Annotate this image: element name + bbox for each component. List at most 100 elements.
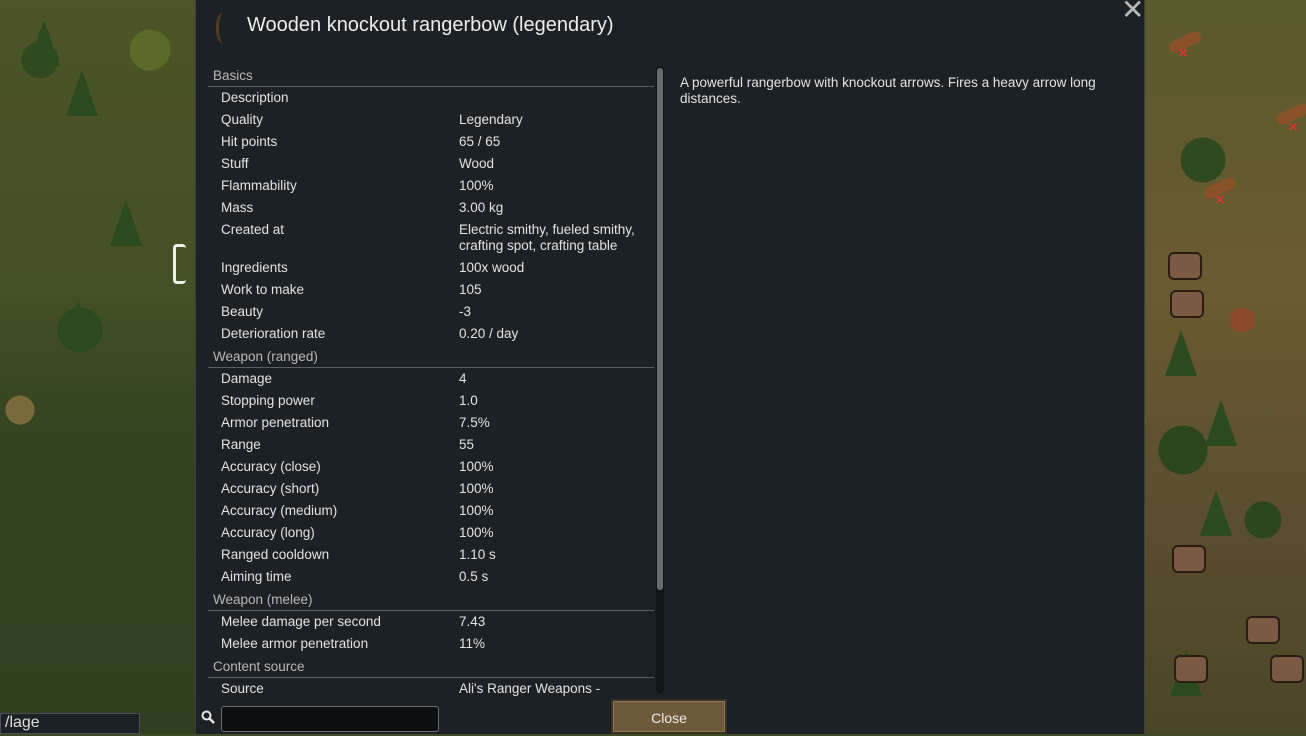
stat-label: Work to make — [221, 282, 305, 297]
tree — [1205, 400, 1237, 446]
stat-row[interactable]: Stopping power 1.0 — [208, 390, 654, 412]
rock — [1168, 252, 1202, 280]
stat-row[interactable]: Accuracy (medium) 100% — [208, 500, 654, 522]
rock — [1172, 545, 1206, 573]
stat-value: 100% — [459, 459, 494, 474]
stat-label: Armor penetration — [221, 415, 330, 430]
stat-value: 100% — [459, 525, 494, 540]
stat-row[interactable]: Melee armor penetration 11% — [208, 633, 654, 655]
stat-row[interactable]: Quality Legendary — [208, 109, 654, 131]
tree — [62, 300, 94, 346]
stat-row[interactable]: Accuracy (long) 100% — [208, 522, 654, 544]
stat-label: Accuracy (long) — [221, 525, 315, 540]
stat-row[interactable]: Ingredients 100x wood — [208, 257, 654, 279]
close-button[interactable]: Close — [611, 699, 727, 734]
close-icon[interactable]: ✕ — [1121, 0, 1144, 24]
stat-label: Description — [221, 90, 289, 105]
stat-value: 4 — [459, 371, 467, 386]
scrollbar-thumb[interactable] — [657, 68, 663, 590]
search-icon — [201, 710, 215, 724]
stat-label: Beauty — [221, 304, 264, 319]
stat-label: Melee damage per second — [221, 614, 381, 629]
search-input[interactable] — [221, 706, 439, 732]
stat-value: 1.0 — [459, 393, 478, 408]
stat-label: Aiming time — [221, 569, 292, 584]
rangerbow-icon — [216, 12, 231, 44]
section-heading: Basics — [208, 64, 654, 87]
stat-row[interactable]: Beauty -3 — [208, 301, 654, 323]
stat-row[interactable]: Created at Electric smithy, fueled smithy… — [208, 219, 654, 257]
stat-row[interactable]: Description — [208, 87, 654, 109]
map-left-area — [0, 0, 196, 734]
stat-label: Damage — [221, 371, 273, 386]
stat-label: Accuracy (short) — [221, 481, 320, 496]
stat-label: Accuracy (medium) — [221, 503, 338, 518]
stat-label: Ingredients — [221, 260, 288, 275]
stat-value: -3 — [459, 304, 472, 319]
stat-value: Wood — [459, 156, 495, 171]
stat-label: Created at — [221, 222, 285, 237]
info-dialog: Wooden knockout rangerbow (legendary) ✕ … — [195, 0, 1145, 734]
stat-label: Quality — [221, 112, 264, 127]
section-heading: Weapon (ranged) — [208, 345, 654, 368]
stat-label: Range — [221, 437, 261, 452]
tree — [28, 20, 60, 66]
stat-row[interactable]: Armor penetration 7.5% — [208, 412, 654, 434]
stat-value: 105 — [459, 282, 482, 297]
stat-label: Stopping power — [221, 393, 315, 408]
stat-label: Mass — [221, 200, 254, 215]
stat-row[interactable]: Source Ali's Ranger Weapons - — [208, 678, 654, 696]
stat-label: Accuracy (close) — [221, 459, 321, 474]
stat-value: 65 / 65 — [459, 134, 501, 149]
rock — [1174, 655, 1208, 683]
stat-label: Flammability — [221, 178, 297, 193]
left-panel-text: /lage — [5, 714, 40, 731]
stat-row[interactable]: Hit points 65 / 65 — [208, 131, 654, 153]
stat-label: Source — [221, 681, 264, 696]
stat-value: 1.10 s — [459, 547, 496, 562]
stat-value: 3.00 kg — [459, 200, 504, 215]
stat-value: Legendary — [459, 112, 523, 127]
rock — [1246, 616, 1280, 644]
stat-row[interactable]: Accuracy (close) 100% — [208, 456, 654, 478]
stat-row[interactable]: Stuff Wood — [208, 153, 654, 175]
stat-value: 100% — [459, 503, 494, 518]
stat-row[interactable]: Melee damage per second 7.43 — [208, 611, 654, 633]
stat-value: 7.5% — [459, 415, 490, 430]
stat-row[interactable]: Range 55 — [208, 434, 654, 456]
stat-value — [459, 87, 654, 109]
section-heading: Weapon (melee) — [208, 588, 654, 611]
tree — [1200, 490, 1232, 536]
description-text: A powerful rangerbow with knockout arrow… — [680, 75, 1096, 106]
forbidden-icon: ✕ — [1215, 193, 1226, 207]
dialog-title: Wooden knockout rangerbow (legendary) — [247, 14, 614, 36]
stat-row[interactable]: Flammability 100% — [208, 175, 654, 197]
stat-label: Hit points — [221, 134, 278, 149]
stat-row[interactable]: Mass 3.00 kg — [208, 197, 654, 219]
stat-row[interactable]: Accuracy (short) 100% — [208, 478, 654, 500]
rock — [1270, 655, 1304, 683]
stat-value: 100% — [459, 481, 494, 496]
left-panel[interactable]: /lage — [0, 713, 140, 734]
stat-value: Ali's Ranger Weapons - — [459, 681, 601, 696]
stat-row[interactable]: Aiming time 0.5 s — [208, 566, 654, 588]
stats-list[interactable]: Basics Description Quality Legendary Hit poi… — [208, 64, 654, 696]
forbidden-icon: ✕ — [1288, 120, 1299, 134]
tree — [1165, 330, 1197, 376]
stat-label: Melee armor penetration — [221, 636, 369, 651]
tree — [110, 200, 142, 246]
stat-value: 100% — [459, 178, 494, 193]
stat-row[interactable]: Ranged cooldown 1.10 s — [208, 544, 654, 566]
stat-row[interactable]: Work to make 105 — [208, 279, 654, 301]
stat-value: 0.20 / day — [459, 326, 519, 341]
stat-value: 100x wood — [459, 260, 525, 275]
rock — [1170, 290, 1204, 318]
section-heading: Content source — [208, 655, 654, 678]
stat-value: 11% — [459, 636, 486, 651]
stat-value: 7.43 — [459, 614, 486, 629]
selection-bracket-icon — [173, 244, 186, 284]
stat-row[interactable]: Damage 4 — [208, 368, 654, 390]
stat-value: 55 — [459, 437, 475, 452]
stat-row[interactable]: Deterioration rate 0.20 / day — [208, 323, 654, 345]
stat-label: Stuff — [221, 156, 249, 171]
